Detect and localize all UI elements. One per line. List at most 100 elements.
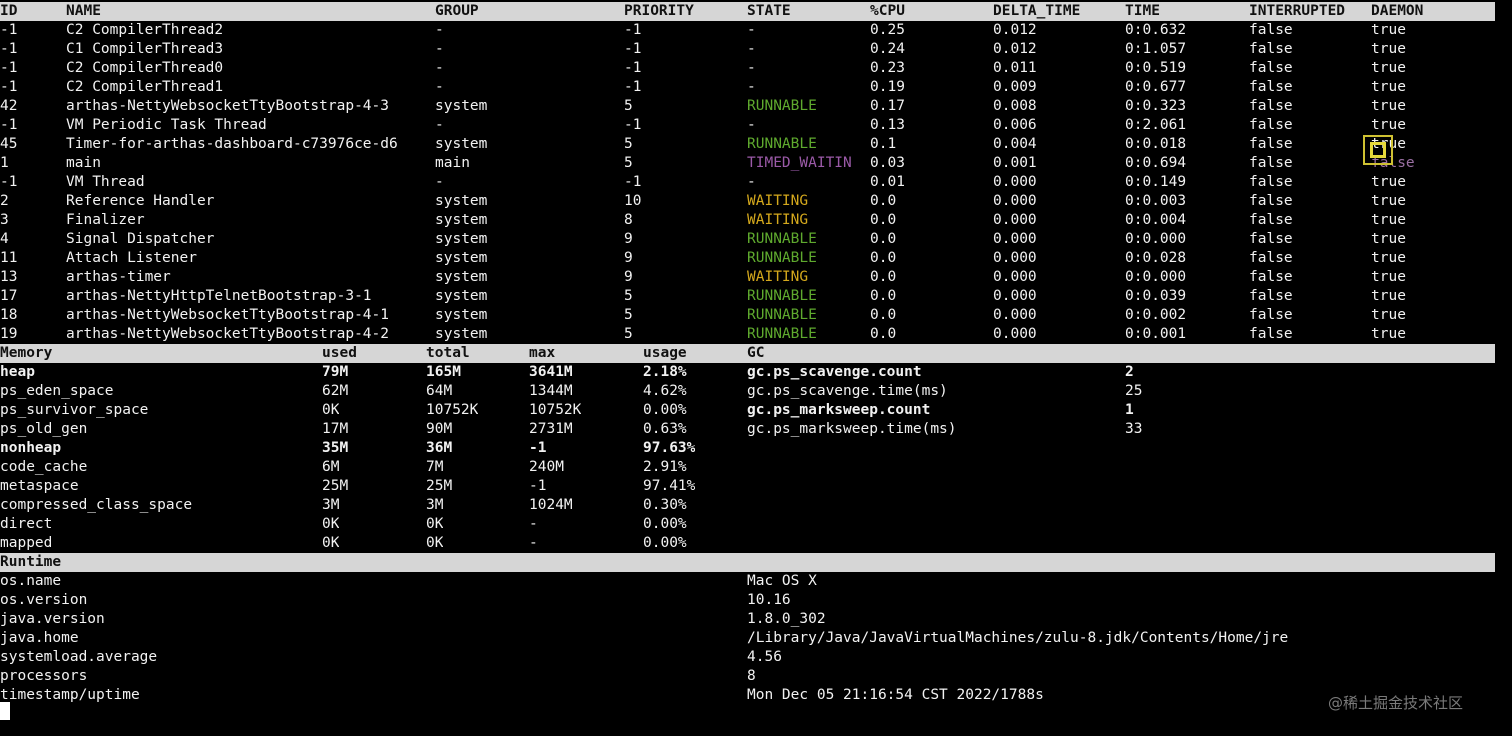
thread-time-cell: 0:0.149 bbox=[1125, 174, 1187, 190]
gc-metric-name: gc.ps_marksweep.time(ms) bbox=[747, 421, 957, 437]
thread-delta-time-cell: 0.000 bbox=[993, 269, 1037, 285]
thread-name-cell: Timer-for-arthas-dashboard-c73976ce-d6 bbox=[66, 136, 398, 152]
thread-daemon-cell: true bbox=[1371, 288, 1406, 304]
thread-group-cell: system bbox=[435, 212, 488, 228]
thread-time-cell: 0:0.004 bbox=[1125, 212, 1187, 228]
thread-daemon-cell: true bbox=[1371, 212, 1406, 228]
col-header-cpu: %CPU bbox=[870, 3, 905, 19]
thread-priority-cell: -1 bbox=[624, 117, 642, 133]
thread-id-cell: 3 bbox=[0, 212, 9, 228]
thread-group-cell: - bbox=[435, 79, 444, 95]
thread-state-cell: RUNNABLE bbox=[747, 326, 817, 342]
thread-priority-cell: 10 bbox=[624, 193, 642, 209]
thread-row: -1 VM Periodic Task Thread - -1 - 0.13 0.006 0:… bbox=[0, 116, 1495, 135]
thread-time-cell: 0:0.002 bbox=[1125, 307, 1187, 323]
thread-daemon-cell: true bbox=[1371, 193, 1406, 209]
memory-total: 0K bbox=[426, 516, 444, 532]
thread-row: 17 arthas-NettyHttpTelnetBootstrap-3-1 sys… bbox=[0, 287, 1495, 306]
thread-priority-cell: -1 bbox=[624, 41, 642, 57]
thread-row: -1 VM Thread - -1 - 0.01 0.000 0:0.149 false true bbox=[0, 173, 1495, 192]
thread-delta-time-cell: 0.000 bbox=[993, 250, 1037, 266]
thread-state-cell: WAITING bbox=[747, 212, 809, 228]
thread-row: -1 C2 CompilerThread1 - -1 - 0.19 0.009 0:0.677… bbox=[0, 78, 1495, 97]
thread-cpu-cell: 0.0 bbox=[870, 288, 897, 304]
thread-id-cell: 11 bbox=[0, 250, 18, 266]
runtime-row: os.version 10.16 bbox=[0, 591, 1495, 610]
runtime-key: java.home bbox=[0, 630, 79, 646]
memory-row: compressed_class_space 3M 3M 1024M 0.30% bbox=[0, 496, 1495, 515]
memory-pool-name: compressed_class_space bbox=[0, 497, 193, 513]
thread-name-cell: Finalizer bbox=[66, 212, 145, 228]
thread-delta-time-cell: 0.006 bbox=[993, 117, 1037, 133]
thread-delta-time-cell: 0.012 bbox=[993, 22, 1037, 38]
thread-state-cell: WAITING bbox=[747, 269, 809, 285]
memory-row: ps_old_gen 17M 90M 2731M 0.63% gc.ps_markswee… bbox=[0, 420, 1495, 439]
col-header-delta-time: DELTA_TIME bbox=[993, 3, 1081, 19]
thread-state-cell: RUNNABLE bbox=[747, 98, 817, 114]
memory-max: 1024M bbox=[529, 497, 573, 513]
thread-id-cell: 2 bbox=[0, 193, 9, 209]
thread-row: 18 arthas-NettyWebsocketTtyBootstrap-4-1 s… bbox=[0, 306, 1495, 325]
thread-delta-time-cell: 0.000 bbox=[993, 288, 1037, 304]
thread-cpu-cell: 0.0 bbox=[870, 231, 897, 247]
thread-cpu-cell: 0.23 bbox=[870, 60, 905, 76]
thread-row: 11 Attach Listener system 9 RUNNABLE 0.0 0.000… bbox=[0, 249, 1495, 268]
focus-frame-icon[interactable] bbox=[1363, 135, 1393, 165]
thread-priority-cell: 5 bbox=[624, 288, 633, 304]
thread-name-cell: arthas-timer bbox=[66, 269, 171, 285]
memory-max: 10752K bbox=[529, 402, 582, 418]
thread-row: 19 arthas-NettyWebsocketTtyBootstrap-4-2 s… bbox=[0, 325, 1495, 344]
thread-row: 13 arthas-timer system 9 WAITING 0.0 0.000 0:0.… bbox=[0, 268, 1495, 287]
thread-priority-cell: 5 bbox=[624, 136, 633, 152]
thread-interrupted-cell: false bbox=[1249, 193, 1293, 209]
thread-name-cell: C1 CompilerThread3 bbox=[66, 41, 224, 57]
thread-time-cell: 0:0.003 bbox=[1125, 193, 1187, 209]
thread-delta-time-cell: 0.009 bbox=[993, 79, 1037, 95]
thread-id-cell: -1 bbox=[0, 41, 18, 57]
thread-delta-time-cell: 0.000 bbox=[993, 231, 1037, 247]
thread-delta-time-cell: 0.000 bbox=[993, 174, 1037, 190]
memory-max: - bbox=[529, 516, 538, 532]
thread-state-cell: - bbox=[747, 22, 756, 38]
thread-priority-cell: -1 bbox=[624, 174, 642, 190]
thread-time-cell: 0:0.000 bbox=[1125, 269, 1187, 285]
memory-used: 35M bbox=[322, 440, 349, 456]
thread-id-cell: -1 bbox=[0, 22, 18, 38]
thread-state-cell: - bbox=[747, 79, 756, 95]
runtime-value: 8 bbox=[747, 668, 756, 684]
thread-name-cell: Reference Handler bbox=[66, 193, 215, 209]
thread-priority-cell: 5 bbox=[624, 155, 633, 171]
gc-metric-value: 2 bbox=[1125, 364, 1134, 380]
thread-name-cell: C2 CompilerThread1 bbox=[66, 79, 224, 95]
gc-metric-value: 25 bbox=[1125, 383, 1143, 399]
memory-col-header-used: used bbox=[322, 345, 357, 361]
memory-usage: 0.30% bbox=[643, 497, 687, 513]
thread-delta-time-cell: 0.001 bbox=[993, 155, 1037, 171]
memory-usage: 4.62% bbox=[643, 383, 687, 399]
thread-group-cell: system bbox=[435, 326, 488, 342]
memory-used: 62M bbox=[322, 383, 349, 399]
memory-col-header-usage: usage bbox=[643, 345, 687, 361]
col-header-state: STATE bbox=[747, 3, 791, 19]
memory-usage: 2.91% bbox=[643, 459, 687, 475]
thread-cpu-cell: 0.0 bbox=[870, 326, 897, 342]
memory-usage: 0.00% bbox=[643, 535, 687, 551]
memory-total: 10752K bbox=[426, 402, 479, 418]
thread-delta-time-cell: 0.008 bbox=[993, 98, 1037, 114]
memory-row: direct 0K 0K - 0.00% bbox=[0, 515, 1495, 534]
memory-used: 6M bbox=[322, 459, 340, 475]
thread-time-cell: 0:0.028 bbox=[1125, 250, 1187, 266]
runtime-value: /Library/Java/JavaVirtualMachines/zulu-8… bbox=[747, 630, 1289, 646]
thread-group-cell: system bbox=[435, 269, 488, 285]
thread-id-cell: 17 bbox=[0, 288, 18, 304]
thread-priority-cell: 5 bbox=[624, 326, 633, 342]
thread-group-cell: system bbox=[435, 231, 488, 247]
col-header-daemon: DAEMON bbox=[1371, 3, 1424, 19]
thread-name-cell: main bbox=[66, 155, 101, 171]
thread-time-cell: 0:0.632 bbox=[1125, 22, 1187, 38]
thread-delta-time-cell: 0.000 bbox=[993, 212, 1037, 228]
thread-daemon-cell: true bbox=[1371, 117, 1406, 133]
thread-cpu-cell: 0.17 bbox=[870, 98, 905, 114]
thread-priority-cell: -1 bbox=[624, 22, 642, 38]
thread-state-cell: - bbox=[747, 60, 756, 76]
